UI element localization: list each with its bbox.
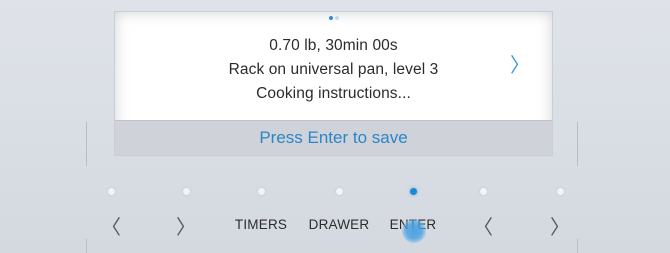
timers-label: TIMERS [234,217,288,232]
indicator-light [335,188,343,195]
panel-seam-left-upper [86,122,87,166]
left-arrow-button-2[interactable]: 〈 [445,181,521,251]
right-arrow-button-2[interactable]: 〉 [522,181,598,251]
drawer-button[interactable]: DRAWER [301,181,377,251]
page-indicator [115,16,552,20]
rack-position-text: Rack on universal pan, level 3 [228,61,439,78]
drawer-label: DRAWER [308,217,370,232]
left-arrow-button-1[interactable]: 〈 [73,181,149,251]
program-summary: 0.70 lb, 30min 00s Rack on universal pan… [115,34,552,106]
timers-button[interactable]: TIMERS [223,181,299,251]
chevron-right-icon[interactable]: 〉 [510,52,530,80]
chevron-left-icon: 〈 [101,217,121,239]
enter-label: ENTER [389,217,437,232]
chevron-right-icon: 〉 [176,217,196,239]
right-arrow-button-1[interactable]: 〉 [148,181,224,251]
indicator-light [479,188,487,195]
cooking-instructions-link[interactable]: Cooking instructions... [115,82,552,106]
enter-button[interactable]: ENTER [375,181,451,251]
indicator-light [257,188,265,195]
weight-time-text: 0.70 lb, 30min 00s [269,37,398,54]
chevron-left-icon: 〈 [473,217,493,239]
indicator-light [182,188,190,195]
panel-seam-right-upper [577,122,578,166]
indicator-light [556,188,564,195]
display-screen: 0.70 lb, 30min 00s Rack on universal pan… [115,12,552,155]
chevron-right-icon: 〉 [550,217,570,239]
save-prompt-text: Press Enter to save [259,128,408,147]
page-dot-active [328,16,333,20]
save-prompt-bar: Press Enter to save [115,120,552,155]
indicator-light [107,188,115,195]
indicator-light-active [409,188,417,195]
page-dot-inactive [334,16,339,20]
